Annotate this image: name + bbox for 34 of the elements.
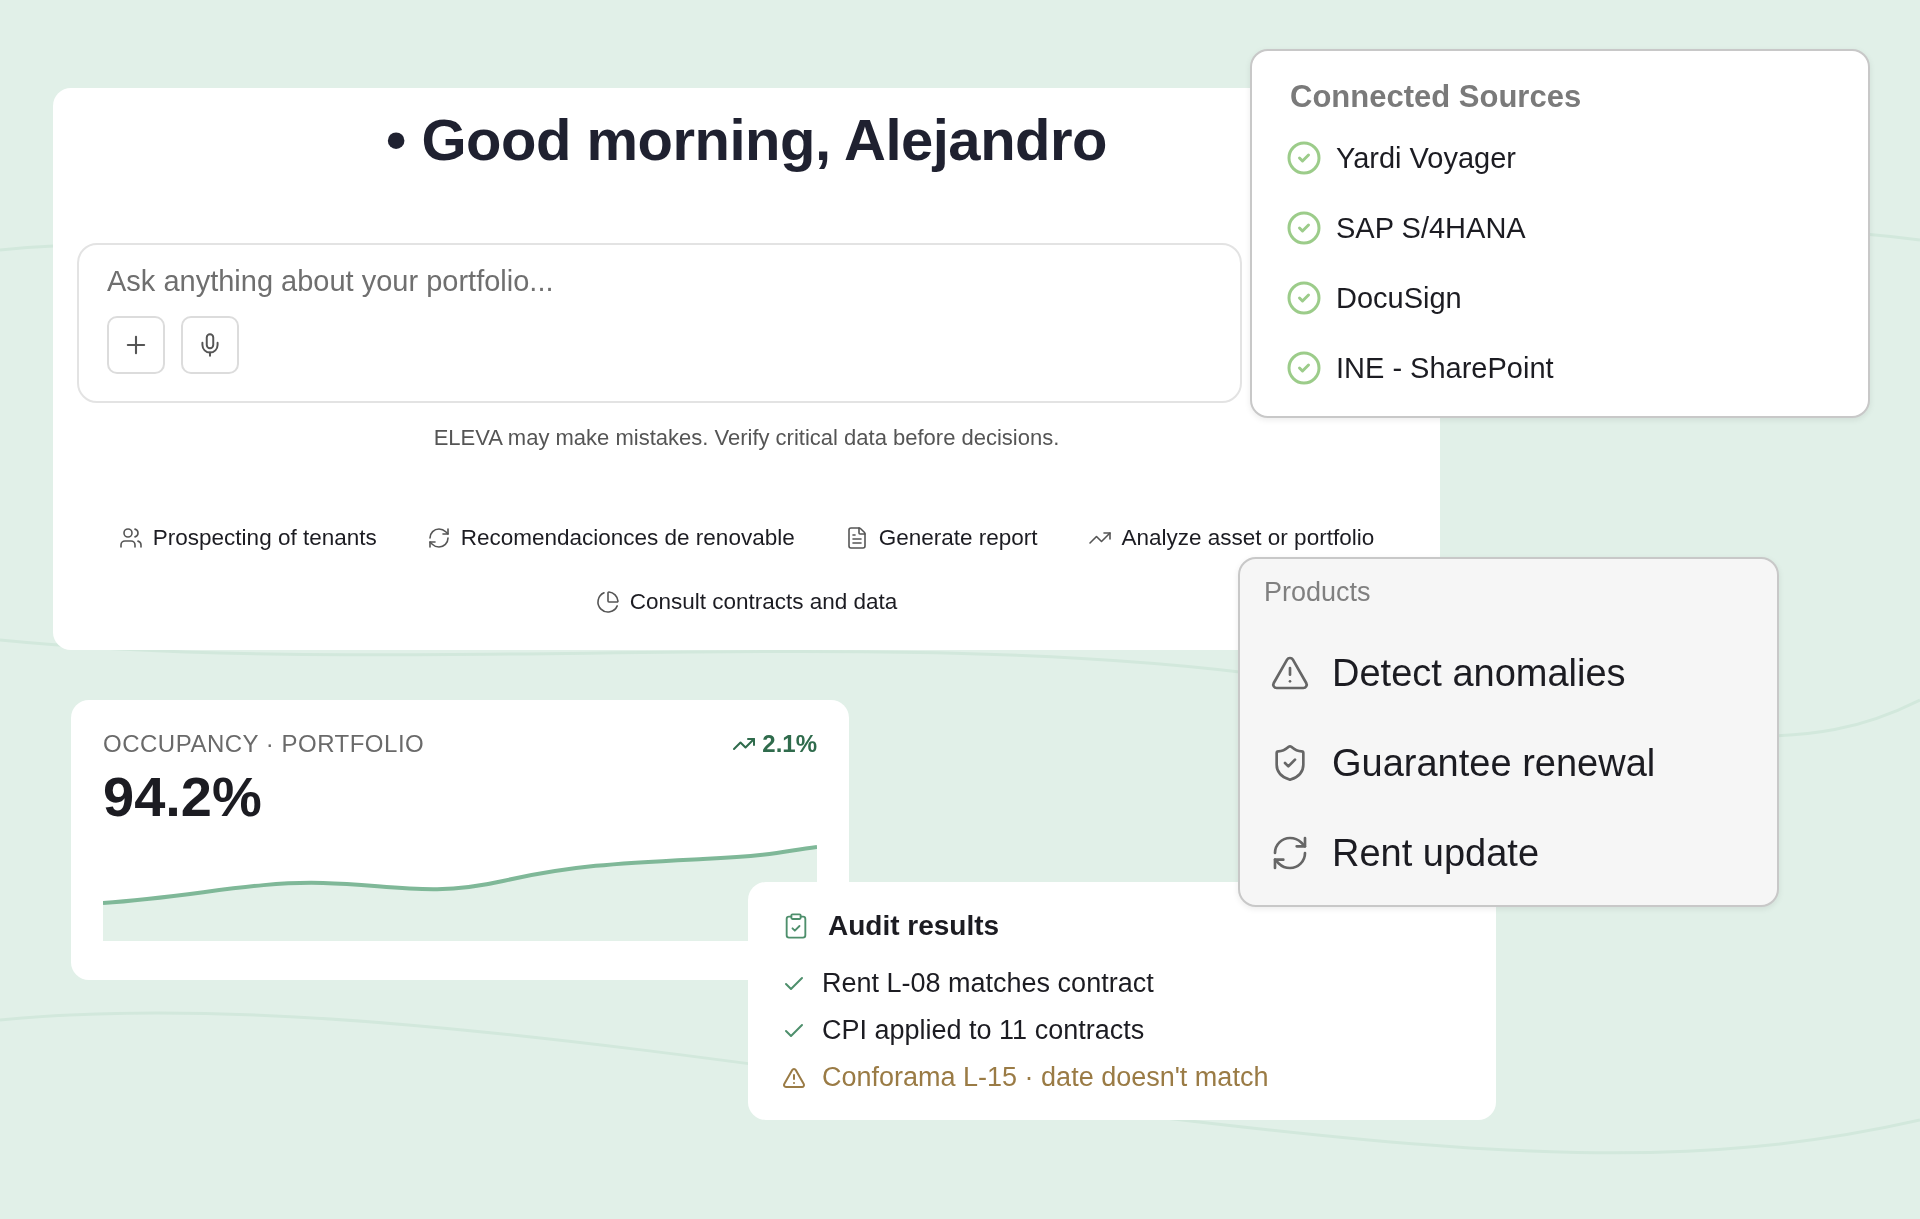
audit-result-text: Rent L-08 matches contract (822, 968, 1154, 999)
source-name: INE - SharePoint (1336, 351, 1554, 385)
product-menu-item[interactable]: Guarantee renewal (1240, 718, 1656, 808)
greeting-title: • Good morning, Alejandro (386, 106, 1107, 173)
check-circle-icon (1286, 350, 1322, 386)
microphone-button[interactable] (181, 316, 239, 374)
pie-chart-icon (595, 590, 620, 614)
audit-result-text: CPI applied to 11 contracts (822, 1015, 1145, 1046)
audit-result-text: Conforama L-15 · date doesn't match (822, 1062, 1269, 1093)
disclaimer-text: ELEVA may make mistakes. Verify critical data before decisions. (432, 425, 1061, 451)
metric-value: 94.2% (103, 764, 263, 829)
suggestion-link[interactable]: Generate report (844, 525, 1038, 551)
suggestion-link[interactable]: Prospecting of tenants (118, 525, 377, 551)
check-circle-icon (1286, 280, 1322, 316)
warning-icon (782, 1065, 806, 1090)
add-button[interactable] (107, 316, 165, 374)
products-title: Products (1264, 577, 1372, 608)
source-name: Yardi Voyager (1336, 141, 1517, 175)
prompt-field[interactable]: Ask anything about your portfolio... (107, 265, 1007, 298)
suggestion-link[interactable]: Recomendacionces de renovable (426, 525, 795, 551)
source-name: SAP S/4HANA (1336, 211, 1526, 245)
source-name: DocuSign (1336, 281, 1462, 315)
audit-title: Audit results (828, 910, 1000, 942)
refresh-icon (426, 526, 451, 550)
change-label: 2.1% (732, 730, 817, 758)
metric-label: OCCUPANCY · PORTFOLIO (103, 730, 425, 758)
suggestion-link[interactable]: Analyze asset or portfolio (1087, 525, 1375, 551)
suggestion-link[interactable]: Consult contracts and data (595, 589, 898, 615)
people-icon (118, 526, 143, 550)
check-circle-icon (1286, 210, 1322, 246)
check-circle-icon (1286, 140, 1322, 176)
product-menu-item[interactable]: Rent update (1240, 808, 1540, 898)
product-menu-item[interactable]: Detect anomalies (1240, 628, 1626, 718)
sources-title: Connected Sources (1290, 79, 1583, 115)
